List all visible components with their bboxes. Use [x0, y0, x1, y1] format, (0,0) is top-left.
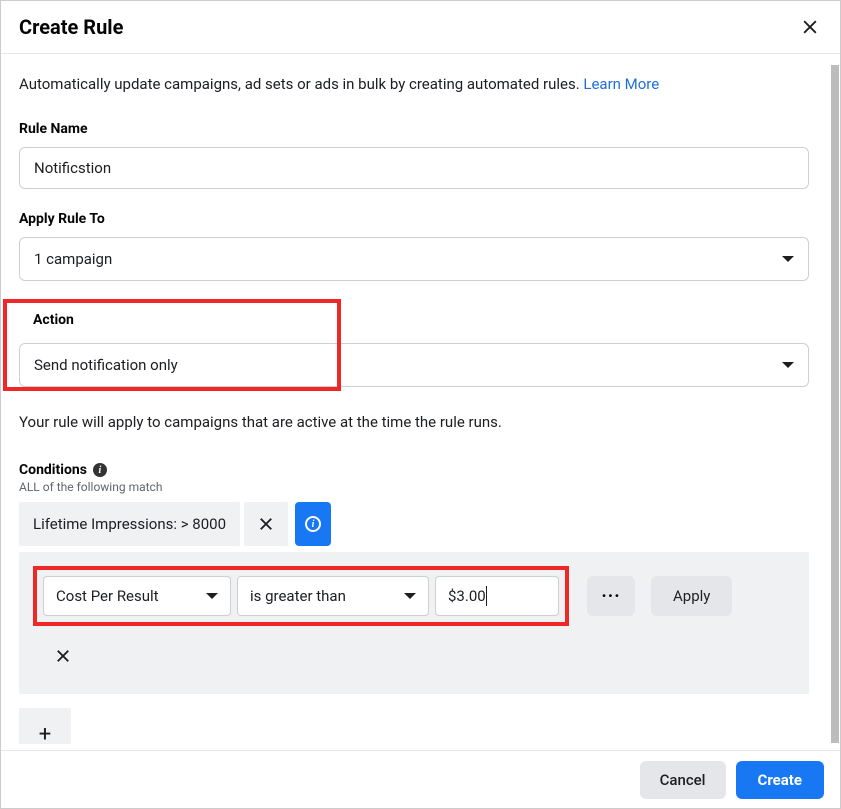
learn-more-link[interactable]: Learn More	[583, 75, 659, 93]
plus-icon: +	[39, 722, 51, 745]
rule-name-label: Rule Name	[19, 121, 822, 137]
conditions-subnote: ALL of the following match	[19, 480, 822, 494]
rule-name-input[interactable]: Notificstion	[19, 147, 809, 189]
remove-editor-button[interactable]	[43, 636, 83, 676]
close-modal-button[interactable]	[798, 15, 822, 39]
info-icon[interactable]: i	[93, 463, 107, 477]
condition-operator-select[interactable]: is greater than	[237, 576, 429, 616]
text-cursor	[486, 586, 487, 606]
chevron-down-icon	[782, 256, 794, 262]
more-options-button[interactable]: ···	[587, 576, 635, 616]
create-button[interactable]: Create	[736, 761, 824, 799]
modal-header: Create Rule	[1, 1, 840, 54]
highlight-annotation: Cost Per Result is greater than $3.00	[33, 566, 569, 626]
apply-condition-button[interactable]: Apply	[651, 576, 732, 616]
conditions-label: Conditions i	[19, 462, 107, 478]
ellipsis-icon: ···	[601, 586, 620, 607]
action-note: Your rule will apply to campaigns that a…	[19, 413, 822, 431]
condition-value-input[interactable]: $3.00	[435, 576, 559, 616]
condition-metric-select[interactable]: Cost Per Result	[43, 576, 231, 616]
chevron-down-icon	[404, 593, 416, 599]
remove-condition-button[interactable]	[244, 502, 288, 546]
condition-editor-row: Cost Per Result is greater than $3.00 ··…	[33, 566, 795, 626]
close-icon	[54, 647, 72, 665]
info-icon: i	[305, 516, 321, 532]
chevron-down-icon	[206, 593, 218, 599]
modal-body: Automatically update campaigns, ad sets …	[1, 54, 840, 744]
condition-chip[interactable]: Lifetime Impressions: > 8000	[19, 502, 240, 546]
condition-editor: Cost Per Result is greater than $3.00 ··…	[19, 552, 809, 694]
close-icon	[800, 17, 820, 37]
chevron-down-icon	[782, 362, 794, 368]
modal-title: Create Rule	[19, 15, 123, 39]
modal-footer: Cancel Create	[1, 750, 840, 808]
apply-to-label: Apply Rule To	[19, 211, 822, 227]
condition-info-button[interactable]: i	[295, 502, 331, 546]
cancel-button[interactable]: Cancel	[640, 761, 726, 799]
add-condition-button[interactable]: +	[19, 708, 71, 744]
intro-text: Automatically update campaigns, ad sets …	[19, 74, 822, 95]
action-section: Action Send notification only	[19, 303, 822, 391]
apply-to-select[interactable]: 1 campaign	[19, 237, 809, 281]
action-label: Action	[33, 312, 74, 328]
close-icon	[257, 515, 275, 533]
action-select[interactable]: Send notification only	[19, 343, 809, 387]
condition-chip-row: Lifetime Impressions: > 8000 i	[19, 502, 822, 546]
